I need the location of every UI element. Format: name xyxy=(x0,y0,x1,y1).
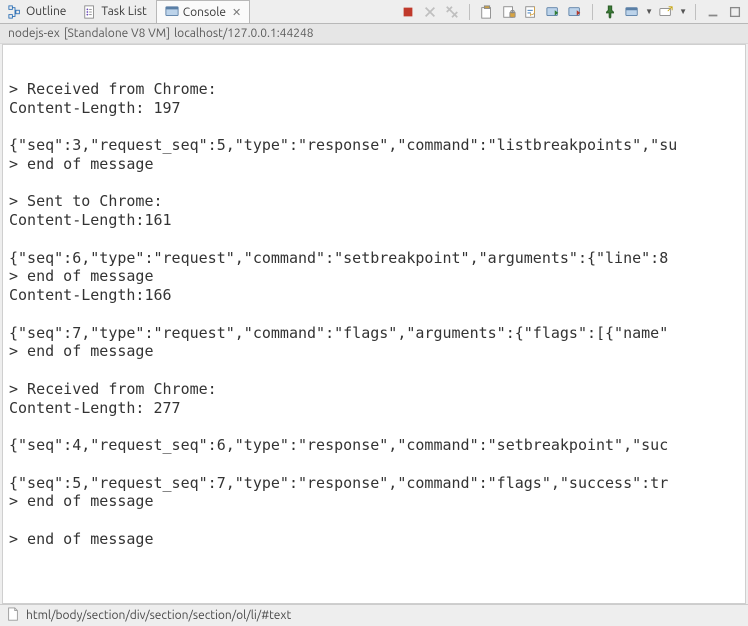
display-selected-console-button[interactable] xyxy=(623,3,641,21)
show-standard-err-button[interactable] xyxy=(566,3,584,21)
separator xyxy=(592,4,593,20)
console-toolbar: ▼ ▼ xyxy=(250,0,748,23)
console-icon xyxy=(165,5,179,19)
tab-label: Task List xyxy=(101,5,146,18)
status-bar: html/body/section/div/section/section/ol… xyxy=(0,604,748,626)
remove-launch-button[interactable] xyxy=(421,3,439,21)
separator xyxy=(695,4,696,20)
clear-console-button[interactable] xyxy=(478,3,496,21)
separator xyxy=(469,4,470,20)
tab-label: Outline xyxy=(26,5,66,18)
open-console-button[interactable] xyxy=(657,3,675,21)
maximize-button[interactable] xyxy=(726,3,744,21)
tab-outline[interactable]: Outline xyxy=(0,0,75,23)
task-icon xyxy=(83,5,97,19)
tab-label: Console xyxy=(183,6,226,19)
document-icon xyxy=(6,607,20,624)
status-path: html/body/section/div/section/section/ol… xyxy=(26,609,291,622)
show-standard-out-button[interactable] xyxy=(544,3,562,21)
dropdown-arrow-icon[interactable]: ▼ xyxy=(645,7,653,16)
tree-icon xyxy=(8,5,22,19)
dropdown-arrow-icon[interactable]: ▼ xyxy=(679,7,687,16)
console-context-bar: nodejs-ex [Standalone V8 VM] localhost/1… xyxy=(0,24,748,44)
view-tabs: Outline Task List Console ✕ xyxy=(0,0,250,23)
process-name: nodejs-ex xyxy=(8,27,60,40)
tab-console[interactable]: Console ✕ xyxy=(156,0,250,23)
view-toolbar: Outline Task List Console ✕ xyxy=(0,0,748,24)
word-wrap-button[interactable] xyxy=(522,3,540,21)
pin-console-button[interactable] xyxy=(601,3,619,21)
terminate-button[interactable] xyxy=(399,3,417,21)
vm-label: [Standalone V8 VM] xyxy=(64,27,170,40)
host-address: localhost/127.0.0.1:44248 xyxy=(174,27,314,40)
close-icon[interactable]: ✕ xyxy=(232,6,241,19)
scroll-lock-button[interactable] xyxy=(500,3,518,21)
minimize-button[interactable] xyxy=(704,3,722,21)
tab-task-list[interactable]: Task List xyxy=(75,0,155,23)
remove-all-button[interactable] xyxy=(443,3,461,21)
console-output[interactable]: > Received from Chrome: Content-Length: … xyxy=(2,44,746,604)
